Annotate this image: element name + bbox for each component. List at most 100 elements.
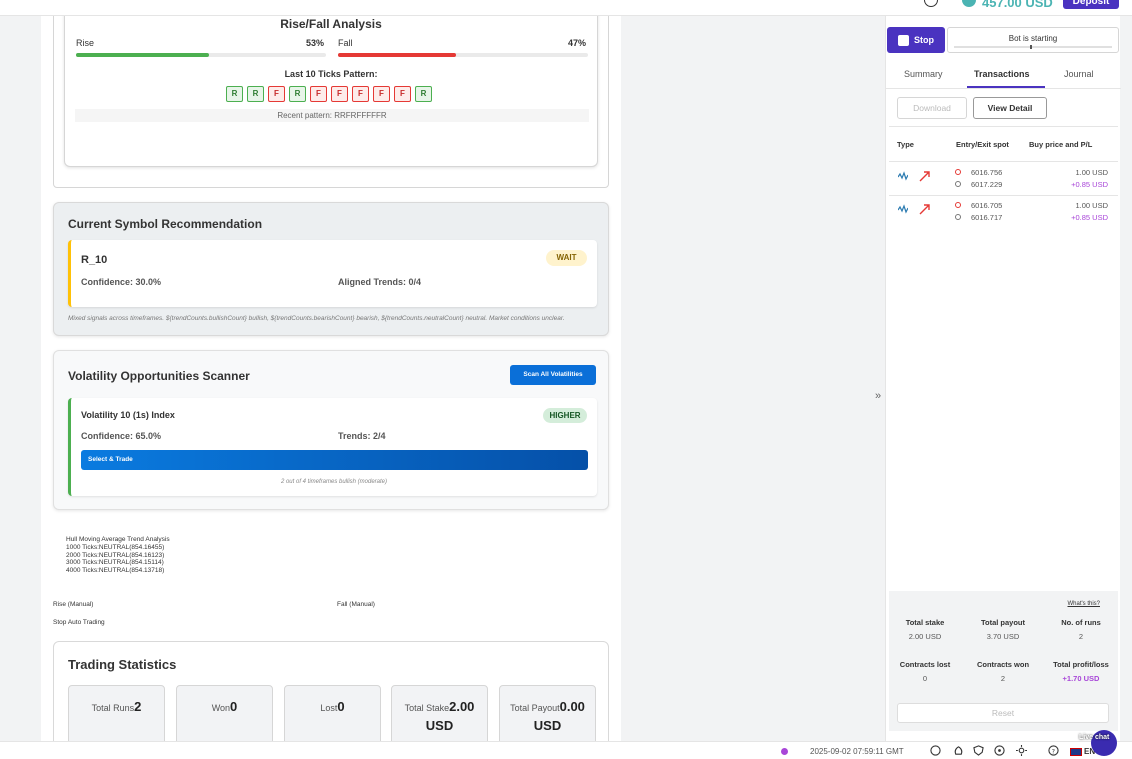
tab-journal[interactable]: Journal xyxy=(1064,69,1094,79)
summary-label: Total profit/loss xyxy=(1053,660,1109,669)
select-trade-button[interactable]: Select & Trade xyxy=(81,450,588,470)
help-icon[interactable]: ? xyxy=(1048,745,1059,756)
volatility-confidence: Confidence: 65.0% xyxy=(81,431,162,441)
tick-fall: F xyxy=(268,86,285,102)
transaction-row[interactable]: 6016.756 6017.229 1.00 USD +0.85 USD xyxy=(889,163,1118,197)
hma-line: 1000 Ticks:NEUTRAL(854.16455) xyxy=(66,543,165,551)
summary-label: Contracts won xyxy=(976,660,1030,669)
tick-rise: R xyxy=(247,86,264,102)
summary-label: Total payout xyxy=(980,618,1026,627)
stop-label: Stop xyxy=(914,35,934,45)
stat-label: Lost xyxy=(320,703,338,713)
tab-transactions[interactable]: Transactions xyxy=(974,69,1030,79)
tick-fall: F xyxy=(373,86,390,102)
column-entry-exit: Entry/Exit spot xyxy=(956,140,1009,149)
ticks-pattern: RRFRFFFFFR xyxy=(226,86,432,102)
main-panel: Rise/Fall Analysis Rise 53% Fall 47% Las… xyxy=(41,16,621,741)
scan-all-button[interactable]: Scan All Volatilities xyxy=(510,365,596,385)
fall-bar-fill xyxy=(338,53,456,57)
column-type: Type xyxy=(897,140,914,149)
scanner-title: Volatility Opportunities Scanner xyxy=(68,369,250,383)
stop-auto-trading-button[interactable]: Stop Auto Trading xyxy=(53,619,105,626)
rise-bar xyxy=(76,53,326,57)
summary-total-payout: Total payout 3.70 USD xyxy=(963,618,1043,641)
status-badge: WAIT xyxy=(546,250,587,266)
trading-statistics-card: Trading Statistics Total Runs2 Won0 Lost… xyxy=(53,641,609,741)
stat-label: Total Stake xyxy=(404,703,450,713)
stat-lost: Lost0 xyxy=(284,685,381,741)
tab-summary[interactable]: Summary xyxy=(904,69,943,79)
summary-total-stake: Total stake 2.00 USD xyxy=(885,618,965,641)
stop-bot-button[interactable]: Stop xyxy=(887,27,945,53)
bot-status-text: Bot is starting xyxy=(1008,34,1058,43)
symbol-name: R_10 xyxy=(81,254,108,266)
rise-fall-title: Rise/Fall Analysis xyxy=(280,17,382,31)
bot-status: Bot is starting xyxy=(947,27,1119,53)
summary-total-pl: Total profit/loss +1.70 USD xyxy=(1041,660,1121,683)
hma-analysis: Hull Moving Average Trend Analysis 1000 … xyxy=(66,536,170,575)
profit-loss: +0.85 USD xyxy=(1071,180,1108,189)
stat-value: 2 xyxy=(134,699,142,714)
entry-spot: 6016.705 xyxy=(971,201,1003,210)
confidence-text: Confidence: 30.0% xyxy=(81,277,162,287)
fall-manual-button[interactable]: Fall (Manual) xyxy=(337,601,375,608)
stat-total-stake: Total Stake2.00 USD xyxy=(391,685,488,741)
summary-value: 3.70 USD xyxy=(986,632,1020,641)
divider xyxy=(889,126,1118,127)
rise-manual-button[interactable]: Rise (Manual) xyxy=(53,601,93,608)
bot-progress-track xyxy=(954,46,1112,48)
entry-spot-icon xyxy=(955,169,961,175)
hma-line: 2000 Ticks:NEUTRAL(854.16123) xyxy=(66,551,165,559)
uk-flag-icon[interactable] xyxy=(1070,748,1082,756)
buy-price: 1.00 USD xyxy=(1075,168,1108,177)
direction-badge: HIGHER xyxy=(543,408,587,423)
stat-label: Total Payout xyxy=(510,703,560,713)
volatility-trends: Trends: 2/4 xyxy=(338,431,386,441)
currency-icon xyxy=(962,0,976,7)
stop-icon xyxy=(898,34,909,46)
rise-percent: 53% xyxy=(306,38,325,48)
account-limits-icon[interactable] xyxy=(994,745,1005,756)
view-detail-button[interactable]: View Detail xyxy=(973,97,1047,119)
tick-rise: R xyxy=(415,86,432,102)
hma-title: Hull Moving Average Trend Analysis xyxy=(66,536,170,543)
summary-label: Total stake xyxy=(905,618,945,627)
svg-text:?: ? xyxy=(1052,747,1055,755)
stat-value: 0 xyxy=(337,699,345,714)
rise-fall-card: Rise/Fall Analysis Rise 53% Fall 47% Las… xyxy=(64,16,598,167)
hma-line: 4000 Ticks:NEUTRAL(854.13718) xyxy=(66,567,165,575)
theme-toggle-icon[interactable] xyxy=(1016,745,1027,756)
recommendation-title: Current Symbol Recommendation xyxy=(68,217,263,231)
reset-button[interactable]: Reset xyxy=(897,703,1109,723)
trade-type-icon xyxy=(898,171,908,181)
entry-spot: 6016.756 xyxy=(971,168,1003,177)
transaction-row[interactable]: 6016.705 6016.717 1.00 USD +0.85 USD xyxy=(889,196,1118,230)
top-bar: 457.00 USD Deposit xyxy=(0,0,1132,16)
tick-fall: F xyxy=(310,86,327,102)
shield-icon[interactable] xyxy=(973,745,984,756)
summary-contracts-won: Contracts won 2 xyxy=(963,660,1043,683)
collapse-panel-icon[interactable]: » xyxy=(875,390,881,402)
summary-value: +1.70 USD xyxy=(1062,674,1100,683)
rise-bar-fill xyxy=(76,53,209,57)
deposit-button[interactable]: Deposit xyxy=(1063,0,1119,9)
aligned-trends-text: Aligned Trends: 0/4 xyxy=(338,277,422,287)
download-button[interactable]: Download xyxy=(897,97,967,119)
summary-value: 0 xyxy=(922,674,928,683)
account-icon[interactable] xyxy=(924,0,938,7)
account-balance[interactable]: 457.00 USD xyxy=(982,0,1053,10)
fall-label: Fall xyxy=(338,38,353,48)
bot-progress-marker xyxy=(1030,45,1032,49)
recommendation-detail: R_10 WAIT Confidence: 30.0% Aligned Tren… xyxy=(68,240,597,307)
whatsapp-icon[interactable] xyxy=(930,745,941,756)
tick-fall: F xyxy=(352,86,369,102)
responsible-trading-icon[interactable] xyxy=(953,745,964,756)
fall-bar xyxy=(338,53,588,57)
stat-label: Won xyxy=(211,703,231,713)
whats-this-link[interactable]: What's this? xyxy=(1068,601,1101,607)
statistics-title: Trading Statistics xyxy=(68,657,177,672)
run-panel: Stop Bot is starting Summary Transaction… xyxy=(885,16,1121,741)
recent-pattern: Recent pattern: RRFRFFFFFR xyxy=(75,109,589,122)
live-chat-label: Live chat xyxy=(1079,734,1110,741)
stat-total-payout: Total Payout0.00 USD xyxy=(499,685,596,741)
